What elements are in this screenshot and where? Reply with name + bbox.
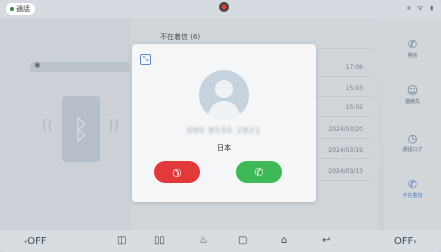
right-temp-control[interactable]: OFF› (394, 236, 417, 247)
call-indicator-icon (10, 7, 14, 11)
phone-icon: ✆ (254, 165, 264, 179)
ongoing-call-pill[interactable]: 通話 (6, 3, 35, 15)
minimize-icon[interactable]: ⤡ (140, 54, 151, 65)
left-off-label: OFF (27, 236, 47, 247)
device-screen: 通話 ✲ ᯤ ▮ ✱ (( ᛒ )) 不在着信 (6) 17:06 15:03 … (0, 0, 441, 252)
caller-number: 090 8550 2821 (186, 126, 262, 135)
home-button[interactable]: ⌂ (281, 235, 287, 246)
avatar-body (208, 101, 240, 120)
avatar (199, 70, 249, 120)
camera-indicator-icon (219, 2, 229, 12)
hang-up-icon: ✆ (169, 164, 185, 180)
square-icon: ▢ (238, 235, 248, 246)
camera-button[interactable]: ◫ (117, 235, 126, 246)
seat-icon: ♨ (199, 235, 208, 246)
avatar-head (215, 80, 233, 98)
back-icon: ↩ (322, 235, 331, 246)
home-icon: ⌂ (281, 235, 288, 246)
accept-button[interactable]: ✆ (236, 161, 282, 183)
camera-icon: ◫ (117, 235, 127, 246)
call-pill-label: 通話 (16, 5, 30, 13)
right-off-label: OFF (394, 236, 414, 247)
bottom-bar (0, 230, 441, 252)
decline-button[interactable]: ✆ (154, 161, 200, 183)
chevron-right-icon: › (413, 237, 417, 246)
status-icons: ✲ ᯤ ▮ (406, 4, 435, 12)
back-button[interactable]: ↩ (322, 235, 330, 246)
split-screen-button[interactable]: ▯▯ (154, 235, 165, 246)
recent-apps-button[interactable]: ▢ (238, 235, 247, 246)
left-temp-control[interactable]: ‹OFF (24, 236, 47, 247)
caller-region: 日本 (217, 144, 231, 152)
split-screen-icon: ▯▯ (154, 235, 166, 246)
seat-button[interactable]: ♨ (199, 235, 208, 246)
